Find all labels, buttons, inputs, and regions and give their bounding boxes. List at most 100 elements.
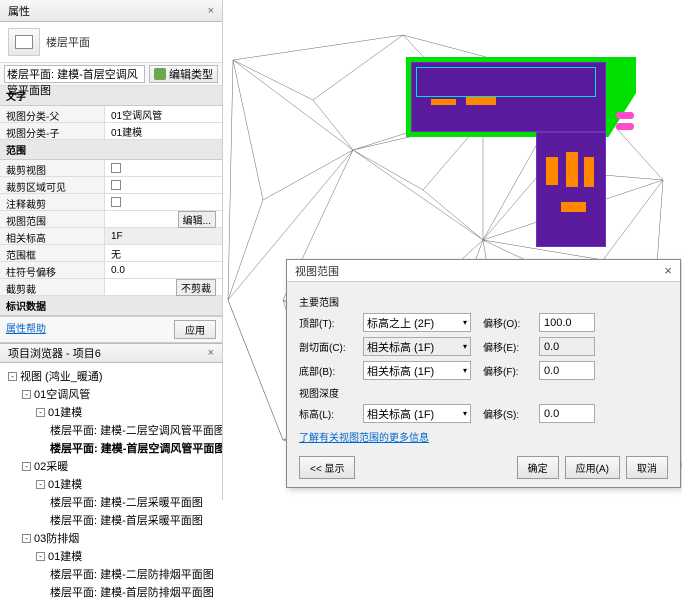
learn-more-link[interactable]: 了解有关视图范围的更多信息: [299, 429, 668, 444]
properties-panel: 属性 × 楼层平面 楼层平面: 建模-首层空调风管平面图 编辑类型 文字视图分类…: [0, 0, 223, 500]
depth-level-select[interactable]: 相关标高 (1F)▾: [363, 404, 471, 423]
range-label: 顶部(T):: [299, 315, 355, 330]
property-label: 注释裁剪: [0, 194, 105, 210]
cancel-button[interactable]: 取消: [626, 456, 668, 479]
instance-filter-select[interactable]: 楼层平面: 建模-首层空调风管平面图: [4, 65, 145, 83]
property-section-header[interactable]: 标识数据: [0, 296, 222, 316]
property-edit-button[interactable]: 不剪裁: [176, 279, 216, 296]
depth-offset-input[interactable]: 0.0: [539, 404, 595, 423]
view-depth-label: 视图深度: [299, 385, 668, 400]
type-selector-row[interactable]: 楼层平面: [0, 22, 222, 63]
range-select[interactable]: 相关标高 (1F)▾: [363, 361, 471, 380]
edit-type-button[interactable]: 编辑类型: [149, 65, 218, 83]
offset-input[interactable]: 0.0: [539, 361, 595, 380]
properties-apply-button[interactable]: 应用: [174, 320, 216, 339]
property-row: 范围框无: [0, 245, 222, 262]
property-row: 裁剪视图: [0, 160, 222, 177]
property-label: 截剪裁: [0, 279, 105, 295]
property-checkbox[interactable]: [111, 163, 121, 173]
show-button[interactable]: << 显示: [299, 456, 355, 479]
instance-filter-row: 楼层平面: 建模-首层空调风管平面图 编辑类型: [0, 63, 222, 86]
range-label: 剖切面(C):: [299, 339, 355, 354]
edit-type-icon: [154, 68, 166, 80]
properties-header: 属性 ×: [0, 0, 222, 22]
ok-button[interactable]: 确定: [517, 456, 559, 479]
property-label: 柱符号偏移: [0, 262, 105, 278]
apply-button[interactable]: 应用(A): [565, 456, 620, 479]
offset-label: 偏移(F):: [483, 363, 531, 378]
property-value[interactable]: 0.0: [105, 262, 222, 278]
project-browser-close-icon[interactable]: ×: [208, 347, 214, 359]
tree-item-label: 楼层平面: 建模-二层空调风管平面图: [50, 422, 222, 438]
tree-item-label: 楼层平面: 建模-首层采暖平面图: [50, 512, 203, 528]
tree-item-label: 03防排烟: [34, 530, 79, 546]
tree-item-label: 02采暖: [34, 458, 68, 474]
tree-toggle-icon[interactable]: -: [8, 372, 17, 381]
tree-item[interactable]: -01建模: [2, 547, 220, 565]
tree-toggle-icon[interactable]: -: [22, 390, 31, 399]
dialog-titlebar[interactable]: 视图范围 ×: [287, 260, 680, 282]
tree-item[interactable]: 楼层平面: 建模-首层空调风管平面图: [2, 439, 220, 457]
property-label: 视图范围: [0, 211, 105, 227]
tree-item[interactable]: 楼层平面: 建模-二层防排烟平面图: [2, 565, 220, 583]
property-value[interactable]: 不剪裁: [105, 279, 222, 295]
property-value[interactable]: [105, 160, 222, 176]
plan-view-icon: [8, 28, 40, 56]
property-value[interactable]: 01空调风管: [105, 106, 222, 122]
tree-item-label: 楼层平面: 建模-首层空调风管平面图: [50, 440, 222, 456]
tree-toggle-icon[interactable]: -: [36, 408, 45, 417]
offset-label: 偏移(E):: [483, 339, 531, 354]
primary-range-label: 主要范围: [299, 294, 668, 309]
property-value[interactable]: 编辑...: [105, 211, 222, 227]
property-value[interactable]: 01建模: [105, 123, 222, 139]
property-section-header[interactable]: 范围: [0, 140, 222, 160]
range-select[interactable]: 标高之上 (2F)▾: [363, 313, 471, 332]
properties-close-icon[interactable]: ×: [208, 5, 214, 17]
property-row: 截剪裁 不剪裁: [0, 279, 222, 296]
property-checkbox[interactable]: [111, 197, 121, 207]
property-value[interactable]: 无: [105, 245, 222, 261]
property-row: 裁剪区域可见: [0, 177, 222, 194]
tree-item[interactable]: -02采暖: [2, 457, 220, 475]
tree-item[interactable]: 楼层平面: 建模-首层采暖平面图: [2, 511, 220, 529]
chevron-down-icon: ▾: [463, 342, 467, 351]
tree-toggle-icon[interactable]: -: [22, 462, 31, 471]
project-browser-tree[interactable]: -视图 (鸿业_暖通)-01空调风管-01建模楼层平面: 建模-二层空调风管平面…: [0, 363, 222, 605]
tree-item[interactable]: -03防排烟: [2, 529, 220, 547]
tree-item-label: 01建模: [48, 476, 82, 492]
property-value[interactable]: [105, 177, 222, 193]
tree-item[interactable]: -01建模: [2, 403, 220, 421]
tree-item[interactable]: -01空调风管: [2, 385, 220, 403]
tree-item[interactable]: 楼层平面: 建模-二层空调风管平面图: [2, 421, 220, 439]
tree-item-label: 楼层平面: 建模-二层防排烟平面图: [50, 566, 214, 582]
properties-footer: 属性帮助 应用: [0, 316, 222, 343]
tree-item[interactable]: 楼层平面: 建模-首层防排烟平面图: [2, 583, 220, 601]
tree-item-label: 视图 (鸿业_暖通): [20, 368, 103, 384]
dialog-close-icon[interactable]: ×: [664, 263, 672, 278]
tree-toggle-icon[interactable]: -: [36, 552, 45, 561]
property-value[interactable]: 1F: [105, 228, 222, 244]
chevron-down-icon: ▾: [463, 409, 467, 418]
tree-item[interactable]: -01建模: [2, 475, 220, 493]
tree-item[interactable]: 楼层平面: 建模-二层采暖平面图: [2, 493, 220, 511]
dialog-button-bar: << 显示 确定 应用(A) 取消: [287, 448, 680, 487]
dialog-title: 视图范围: [295, 263, 339, 279]
property-edit-button[interactable]: 编辑...: [178, 211, 216, 228]
offset-input[interactable]: 0.0: [539, 337, 595, 356]
property-row: 视图分类-父01空调风管: [0, 106, 222, 123]
property-row: 视图分类-子01建模: [0, 123, 222, 140]
properties-help-link[interactable]: 属性帮助: [6, 320, 46, 339]
property-label: 相关标高: [0, 228, 105, 244]
range-select[interactable]: 相关标高 (1F)▾: [363, 337, 471, 356]
property-row: 柱符号偏移0.0: [0, 262, 222, 279]
property-checkbox[interactable]: [111, 180, 121, 190]
depth-level-row: 标高(L): 相关标高 (1F)▾ 偏移(S): 0.0: [299, 404, 668, 423]
offset-input[interactable]: 100.0: [539, 313, 595, 332]
properties-title: 属性: [8, 3, 30, 19]
tree-toggle-icon[interactable]: -: [36, 480, 45, 489]
tree-item-label: 01建模: [48, 404, 82, 420]
property-value[interactable]: [105, 194, 222, 210]
tree-item-label: 楼层平面: 建模-二层采暖平面图: [50, 494, 203, 510]
tree-toggle-icon[interactable]: -: [22, 534, 31, 543]
tree-item[interactable]: -视图 (鸿业_暖通): [2, 367, 220, 385]
